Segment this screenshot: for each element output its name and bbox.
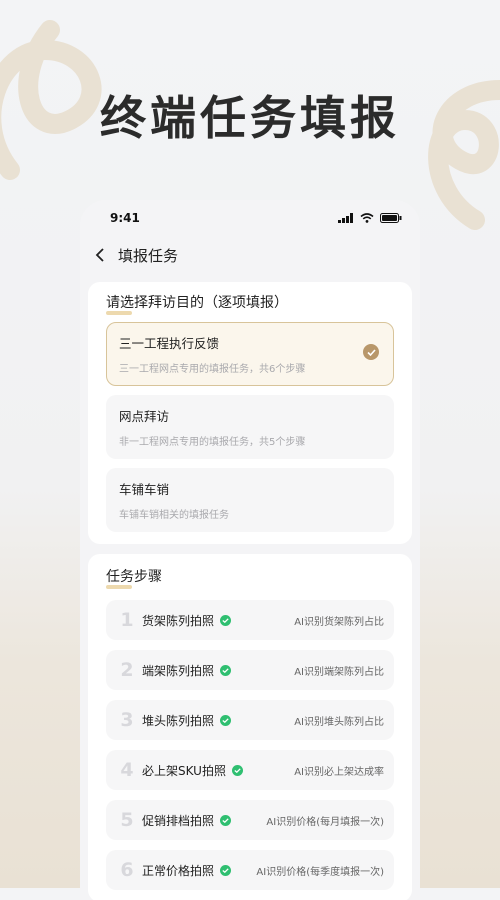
step-name: 货架陈列拍照 [142,613,215,628]
option-title: 网点拜访 [119,409,170,424]
check-circle-icon [220,814,232,826]
title-underline [106,311,132,315]
step-row[interactable]: 3 堆头陈列拍照 AI识别堆头陈列占比 [106,700,394,740]
step-ai-note: AI识别价格(每季度填报一次) [256,866,384,878]
step-row[interactable]: 6 正常价格拍照 AI识别价格(每季度填报一次) [106,850,394,890]
step-number: 5 [120,809,134,831]
step-number: 4 [120,759,134,781]
check-circle-icon [220,864,232,876]
option-title: 三一工程执行反馈 [119,336,220,351]
check-circle-icon [231,764,243,776]
option-desc: 非一工程网点专用的填报任务，共5个步骤 [119,437,306,448]
step-number: 1 [120,609,134,631]
back-button[interactable] [90,245,110,265]
step-number: 6 [120,859,134,881]
step-ai-note: AI识别价格(每月填报一次) [266,816,384,828]
title-underline [106,585,132,589]
purpose-title-text: 请选择拜访目的（逐项填报） [106,295,288,311]
status-time: 9:41 [110,211,140,225]
step-ai-note: AI识别必上架达成率 [294,766,384,778]
step-name: 端架陈列拍照 [142,663,215,678]
step-row[interactable]: 2 端架陈列拍照 AI识别端架陈列占比 [106,650,394,690]
purpose-title: 请选择拜访目的（逐项填报） [106,292,288,315]
steps-title-text: 任务步骤 [106,569,162,585]
status-bar: 9:41 [80,200,420,236]
option-desc: 车铺车销相关的填报任务 [119,510,229,521]
step-name: 必上架SKU拍照 [142,763,226,778]
check-circle-icon [220,714,232,726]
step-number: 2 [120,659,134,681]
steps-title: 任务步骤 [106,566,162,589]
option-desc: 三一工程网点专用的填报任务，共6个步骤 [119,364,306,375]
step-number: 3 [120,709,134,731]
headline: 终端任务填报 [100,91,400,145]
signal-icon [338,213,353,223]
step-ai-note: AI识别堆头陈列占比 [294,716,384,728]
step-row[interactable]: 1 货架陈列拍照 AI识别货架陈列占比 [106,600,394,640]
purpose-option-3[interactable]: 车铺车销 车铺车销相关的填报任务 [106,468,394,532]
check-circle-icon [220,664,232,676]
step-row[interactable]: 4 必上架SKU拍照 AI识别必上架达成率 [106,750,394,790]
steps-card: 任务步骤 1 货架陈列拍照 AI识别货架陈列占比 2 端架陈列拍照 AI识别端架… [88,554,412,900]
check-circle-icon [220,614,232,626]
check-icon [363,344,379,360]
chevron-left-icon [95,248,104,262]
step-ai-note: AI识别端架陈列占比 [294,666,384,678]
purpose-option-2[interactable]: 网点拜访 非一工程网点专用的填报任务，共5个步骤 [106,395,394,459]
purpose-option-1[interactable]: 三一工程执行反馈 三一工程网点专用的填报任务，共6个步骤 [106,322,394,386]
step-name: 正常价格拍照 [142,863,215,878]
purpose-card: 请选择拜访目的（逐项填报） 三一工程执行反馈 三一工程网点专用的填报任务，共6个… [88,282,412,544]
step-row[interactable]: 5 促销排档拍照 AI识别价格(每月填报一次) [106,800,394,840]
nav-bar: 填报任务 [80,236,420,274]
step-name: 促销排档拍照 [142,813,215,828]
status-icons [338,213,402,223]
wifi-icon [360,213,374,223]
step-name: 堆头陈列拍照 [142,713,215,728]
page-title: 填报任务 [118,246,179,265]
step-ai-note: AI识别货架陈列占比 [294,616,384,628]
battery-icon [380,213,402,223]
phone-frame: 9:41 填报任务 请选择拜访目的（逐项填报） 三一工程执行反馈 三一工程网点专… [80,200,420,900]
option-title: 车铺车销 [119,482,170,497]
